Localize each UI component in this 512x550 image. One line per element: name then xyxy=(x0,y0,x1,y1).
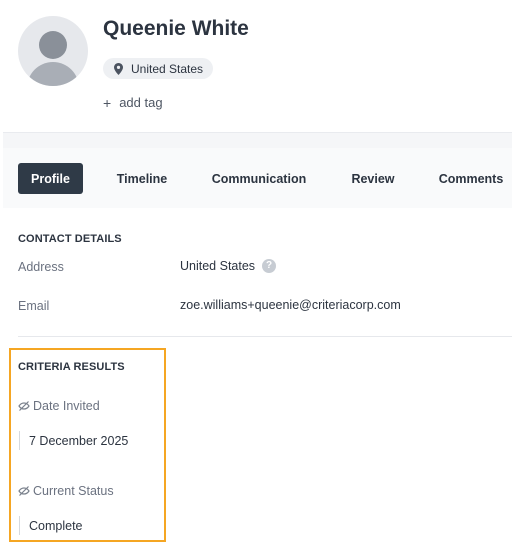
date-invited-value: 7 December 2025 xyxy=(19,431,128,450)
add-tag-label: add tag xyxy=(119,95,163,110)
add-tag-button[interactable]: + add tag xyxy=(103,95,163,110)
plus-icon: + xyxy=(103,94,112,111)
tab-timeline[interactable]: Timeline xyxy=(107,163,177,194)
tab-profile[interactable]: Profile xyxy=(18,163,83,194)
contact-details-heading: CONTACT DETAILS xyxy=(18,233,122,245)
section-divider xyxy=(18,336,512,337)
location-badge: United States xyxy=(103,58,214,79)
help-icon[interactable]: ? xyxy=(262,259,277,273)
section-separator xyxy=(3,132,512,148)
address-value: United States ? xyxy=(180,259,277,273)
address-label: Address xyxy=(18,260,64,274)
eye-off-icon xyxy=(18,486,30,496)
email-value: zoe.williams+queenie@criteriacorp.com xyxy=(180,298,401,312)
tab-comments[interactable]: Comments xyxy=(436,163,506,194)
map-pin-icon xyxy=(114,62,123,75)
location-label: United States xyxy=(131,61,204,76)
eye-off-icon xyxy=(18,401,30,411)
current-status-value: Complete xyxy=(19,516,83,535)
tab-review[interactable]: Review xyxy=(343,163,403,194)
avatar-body-shape xyxy=(27,62,79,86)
profile-tabs: Profile Timeline Communication Review Co… xyxy=(3,148,512,208)
avatar-head-shape xyxy=(39,31,67,59)
current-status-text: Current Status xyxy=(33,484,114,498)
date-invited-label: Date Invited xyxy=(18,399,100,413)
address-text: United States xyxy=(180,259,256,273)
candidate-name: Queenie White xyxy=(103,17,249,40)
criteria-results-heading: CRITERIA RESULTS xyxy=(18,361,125,373)
tab-communication[interactable]: Communication xyxy=(204,163,314,194)
candidate-header: Queenie White United States + add tag xyxy=(0,0,512,132)
current-status-label: Current Status xyxy=(18,484,114,498)
avatar xyxy=(18,16,88,86)
date-invited-text: Date Invited xyxy=(33,399,100,413)
email-label: Email xyxy=(18,299,50,313)
